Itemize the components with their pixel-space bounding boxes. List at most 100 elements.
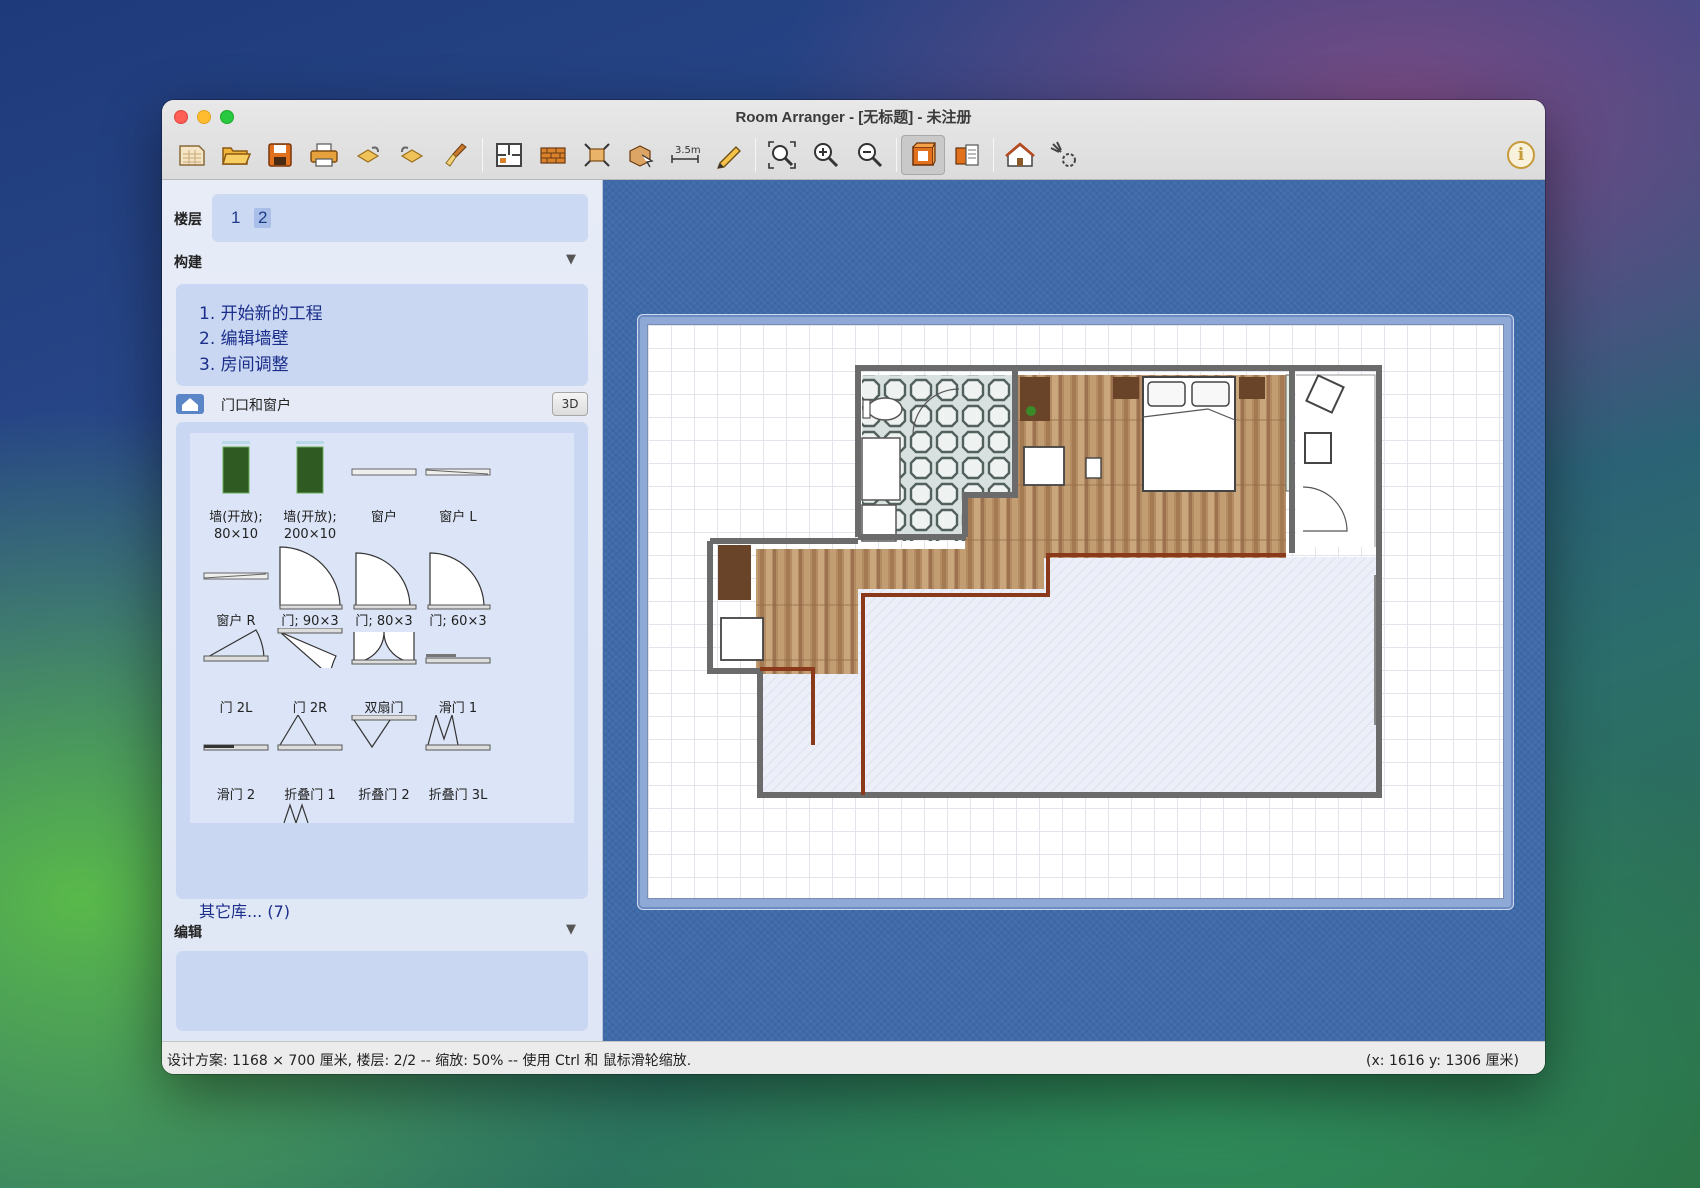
toolbar-separator xyxy=(482,138,483,172)
print-button[interactable] xyxy=(302,135,346,175)
house-icon xyxy=(176,394,204,414)
folding-door-extra-icon[interactable] xyxy=(282,803,312,823)
zoom-fit-button[interactable] xyxy=(760,135,804,175)
nightstand-right[interactable] xyxy=(1239,377,1265,399)
catalog-item[interactable]: 门; 80×3 xyxy=(344,541,424,637)
catalog-item[interactable]: 折叠门 1 xyxy=(270,715,350,811)
pencil-icon xyxy=(716,146,741,169)
catalog-item-label: 窗户 L xyxy=(439,510,477,525)
box-view-button[interactable] xyxy=(901,135,945,175)
settings-3d-button[interactable] xyxy=(1042,135,1086,175)
clear-button[interactable] xyxy=(434,135,478,175)
measure-icon: 3.5m xyxy=(671,145,701,163)
zoom-in-icon xyxy=(814,143,839,168)
plant[interactable] xyxy=(1026,406,1036,416)
status-coordinates: (x: 1616 y: 1306 厘米) xyxy=(1366,1053,1519,1069)
window-l-icon xyxy=(425,468,491,476)
floor-tab-2[interactable]: 2 xyxy=(254,208,272,228)
build-collapse-arrow[interactable]: ▼ xyxy=(566,252,576,267)
view-3d-button[interactable]: 3D xyxy=(552,392,588,416)
objects-list-button[interactable] xyxy=(945,135,989,175)
doors-windows-catalog: 墙(开放); 80×10 墙(开放); 200×10 窗户 窗户 L 窗户 R 门; 90… xyxy=(190,433,574,823)
box-view-icon xyxy=(912,142,936,166)
resize-icon xyxy=(584,143,610,167)
window-title: Room Arranger - [无标题] - 未注册 xyxy=(735,109,972,126)
paper-frame xyxy=(637,314,1514,910)
floorplan-button[interactable] xyxy=(487,135,531,175)
folding-door-3l-icon xyxy=(425,715,491,751)
catalog-item[interactable]: 门 2L xyxy=(196,628,276,724)
catalog-item[interactable]: 双扇门 xyxy=(344,628,424,724)
bed[interactable] xyxy=(1142,376,1236,492)
catalog-item-label: 折叠门 2 xyxy=(358,788,410,803)
vanity[interactable] xyxy=(861,437,901,501)
double-door-icon xyxy=(351,631,417,665)
new-project-button[interactable] xyxy=(170,135,214,175)
zoom-in-button[interactable] xyxy=(804,135,848,175)
catalog-item[interactable]: 折叠门 2 xyxy=(344,715,424,811)
catalog-item[interactable]: 门 2R xyxy=(270,628,350,724)
left-cabinet[interactable] xyxy=(718,545,751,600)
catalog-item[interactable]: 窗户 R xyxy=(196,541,276,637)
build-link-room-adjust[interactable]: 3. 房间调整 xyxy=(199,350,289,375)
catalog-item[interactable]: 门; 90×3 xyxy=(270,541,350,637)
folding-door-1-icon xyxy=(277,715,343,751)
toolbar-separator xyxy=(993,138,994,172)
sliding-door-2-icon xyxy=(203,744,269,751)
measure-button[interactable]: 3.5m xyxy=(663,135,707,175)
folding-door-2-icon xyxy=(351,715,417,749)
wall-icon xyxy=(540,147,566,164)
toilet[interactable] xyxy=(867,397,903,421)
catalog-item[interactable]: 滑门 1 xyxy=(418,628,498,724)
redo-button[interactable] xyxy=(390,135,434,175)
catalog-item[interactable]: 窗户 xyxy=(344,437,424,533)
undo-button[interactable] xyxy=(346,135,390,175)
door-2r-icon xyxy=(277,628,343,668)
open-wall-200-icon xyxy=(296,441,324,494)
catalog-item[interactable]: 折叠门 3L xyxy=(418,715,498,811)
shower-tiles[interactable] xyxy=(965,375,1015,495)
catalog-item[interactable]: 墙(开放); 80×10 xyxy=(196,437,276,542)
left-armchair[interactable] xyxy=(720,617,764,661)
catalog-item[interactable]: 窗户 L xyxy=(418,437,498,533)
build-link-new-project[interactable]: 1. 开始新的工程 xyxy=(199,299,323,324)
design-canvas[interactable] xyxy=(603,180,1545,1041)
door-60-icon xyxy=(427,552,491,610)
save-button[interactable] xyxy=(258,135,302,175)
clear-brush-icon xyxy=(445,143,467,167)
open-wall-80-icon xyxy=(222,441,250,494)
edit-collapse-arrow[interactable]: ▼ xyxy=(566,922,576,937)
nightstand-left[interactable] xyxy=(1113,377,1139,399)
armchair[interactable] xyxy=(1023,446,1065,486)
open-button[interactable] xyxy=(214,135,258,175)
floor-tab-1[interactable]: 1 xyxy=(231,208,240,228)
catalog-item[interactable]: 门; 60×3 xyxy=(418,541,498,637)
resize-button[interactable] xyxy=(575,135,619,175)
sliding-door-1-icon xyxy=(425,654,491,664)
open-folder-icon xyxy=(221,147,251,165)
move-object-button[interactable] xyxy=(619,135,663,175)
door-90-icon xyxy=(279,546,343,610)
catalog-item[interactable]: 滑门 2 xyxy=(196,715,276,811)
save-icon xyxy=(268,143,292,167)
cabinet[interactable] xyxy=(1020,377,1050,421)
catalog-item[interactable]: 墙(开放); 200×10 xyxy=(270,437,350,542)
doors-section-header[interactable]: 门口和窗户 xyxy=(176,392,546,416)
side-table[interactable] xyxy=(1085,457,1102,479)
build-link-edit-walls[interactable]: 2. 编辑墙壁 xyxy=(199,324,289,349)
catalog-item-label: 窗户 xyxy=(370,510,397,525)
pencil-button[interactable] xyxy=(707,135,751,175)
measure-label: 3.5m xyxy=(675,145,701,156)
wall-button[interactable] xyxy=(531,135,575,175)
main-toolbar: 3.5m xyxy=(170,134,1086,176)
app-window: Room Arranger - [无标题] - 未注册 3.5m i 楼层 1 … xyxy=(162,100,1545,1074)
floor-plan-paper[interactable] xyxy=(647,324,1504,899)
more-libraries-link[interactable]: 其它库... (7) xyxy=(199,898,290,922)
window-icon xyxy=(351,468,417,476)
floor-plan[interactable] xyxy=(648,325,1505,900)
zoom-out-button[interactable] xyxy=(848,135,892,175)
edit-label: 编辑 xyxy=(174,925,202,941)
floors-label: 楼层 xyxy=(174,212,202,228)
info-button[interactable]: i xyxy=(1507,141,1535,169)
house-3d-button[interactable] xyxy=(998,135,1042,175)
